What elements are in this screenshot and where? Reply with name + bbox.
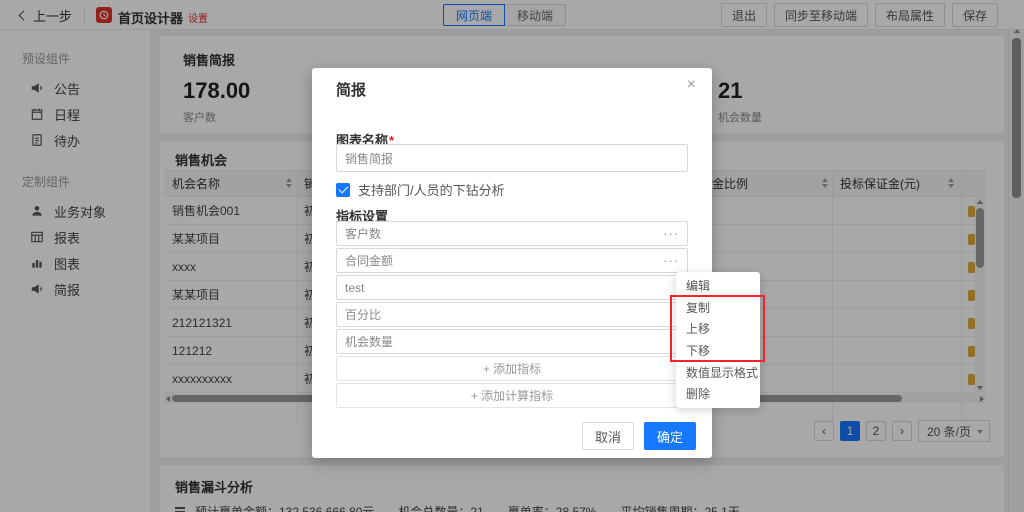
metric-value: 客户数 (345, 225, 381, 242)
metric-value: 机会数量 (345, 333, 393, 350)
homepage-designer-screen: 上一步 首页设计器 设置 网页端 移动端 退出 同步至移动端 布局属性 保存 预… (0, 0, 1024, 512)
chart-name-input[interactable]: 销售简报 (336, 144, 688, 172)
briefing-modal: 简报 × 图表名称* 销售简报 支持部门/人员的下钻分析 指标设置 客户数 ··… (312, 68, 712, 458)
chart-name-value: 销售简报 (345, 150, 393, 167)
metric-value: 百分比 (345, 306, 381, 323)
more-actions-icon[interactable]: ··· (663, 222, 679, 245)
metric-input-percentage[interactable]: 百分比 (336, 302, 688, 327)
metric-input-test[interactable]: test (336, 275, 688, 300)
menu-item-delete[interactable]: 删除 (676, 383, 760, 405)
metric-value: 合同金额 (345, 252, 393, 269)
metric-input-customer-count[interactable]: 客户数 ··· (336, 221, 688, 246)
metric-context-menu: 编辑 复制 上移 下移 数值显示格式 删除 (676, 272, 760, 408)
drill-down-checkbox[interactable]: 支持部门/人员的下钻分析 (336, 180, 505, 199)
checkbox-checked-icon[interactable] (336, 183, 350, 197)
more-actions-icon[interactable]: ··· (663, 249, 679, 272)
metric-value: test (345, 281, 364, 295)
menu-item-move-down[interactable]: 下移 (676, 340, 760, 362)
modal-footer: 取消 确定 (312, 422, 712, 450)
close-icon[interactable]: × (687, 77, 696, 93)
menu-item-number-format[interactable]: 数值显示格式 (676, 361, 760, 383)
menu-item-edit[interactable]: 编辑 (676, 275, 760, 297)
menu-item-copy[interactable]: 复制 (676, 297, 760, 319)
cancel-button[interactable]: 取消 (582, 422, 634, 450)
add-metric-button[interactable]: + 添加指标 (336, 356, 688, 381)
add-calc-metric-button[interactable]: + 添加计算指标 (336, 383, 688, 408)
checkbox-label: 支持部门/人员的下钻分析 (358, 180, 505, 199)
confirm-button[interactable]: 确定 (644, 422, 696, 450)
metric-input-opportunity-count[interactable]: 机会数量 (336, 329, 688, 354)
metric-input-contract-amount[interactable]: 合同金额 ··· (336, 248, 688, 273)
menu-item-move-up[interactable]: 上移 (676, 318, 760, 340)
modal-title: 简报 (336, 79, 366, 100)
